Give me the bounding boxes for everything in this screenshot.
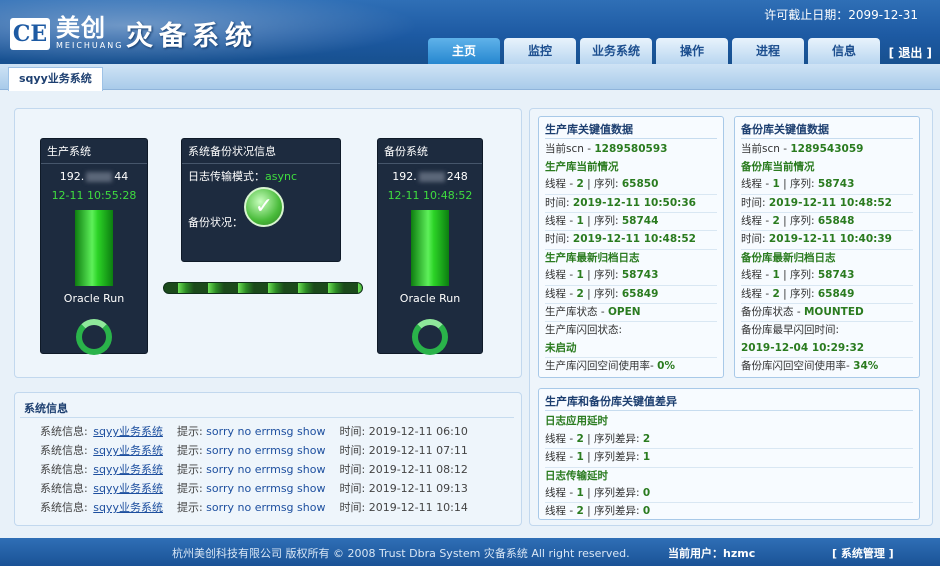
system-info-divider	[20, 417, 514, 418]
backup-time: 12-11 10:48:52	[387, 189, 473, 202]
system-admin-link[interactable]: [ 系统管理 ]	[832, 545, 894, 561]
current-user: 当前用户：hzmc	[668, 547, 756, 560]
production-time-row: 时间: 2019-12-11 10:48:52	[545, 231, 717, 250]
check-ok-icon: ✓	[244, 187, 284, 227]
nav-tab-monitor[interactable]: 监控	[504, 38, 576, 64]
main-nav: 主页 监控 业务系统 操作 进程 信息	[428, 38, 884, 64]
production-db-state: 生产库状态 - OPEN	[545, 304, 717, 323]
copyright: 杭州美创科技有限公司 版权所有 © 2008 Trust Dbra System…	[172, 547, 630, 560]
tab-sqyy-system[interactable]: sqyy业务系统	[8, 67, 103, 91]
nav-tab-business-system[interactable]: 业务系统	[580, 38, 652, 64]
production-time-row: 时间: 2019-12-11 10:50:36	[545, 195, 717, 214]
production-flashback-value: 未启动	[545, 340, 717, 359]
log-row: 系统信息: sqyy业务系统 提示: sorry no errmsg show …	[40, 425, 468, 438]
production-spinner-icon	[76, 319, 112, 355]
system-title: 灾备系统	[126, 21, 258, 52]
backup-archive-title: 备份库最新归档日志	[741, 251, 836, 264]
production-system-title: 生产系统	[41, 139, 147, 164]
log-row: 系统信息: sqyy业务系统 提示: sorry no errmsg show …	[40, 444, 468, 457]
backup-time-row: 时间: 2019-12-11 10:48:52	[741, 195, 913, 214]
backup-current-title: 备份库当前情况	[741, 160, 815, 173]
production-system-box: 生产系统 192. 44 12-11 10:55:28 Oracle Run	[40, 138, 148, 355]
nav-tab-info[interactable]: 信息	[808, 38, 880, 64]
backup-key-data: 备份库关键值数据 当前scn - 1289543059 备份库当前情况 线程 -…	[734, 116, 920, 378]
footer: 杭州美创科技有限公司 版权所有 © 2008 Trust Dbra System…	[0, 538, 940, 566]
backup-flashback-value: 2019-12-04 10:29:32	[741, 340, 913, 359]
replication-pipe	[163, 282, 363, 294]
logo: CE 美创 MEICHUANG	[10, 10, 123, 50]
backup-status-box: 系统备份状况信息 日志传输模式：async 备份状况： ✓	[181, 138, 341, 262]
production-flashback-space: 生产库闪回空间使用率- 0%	[545, 360, 675, 373]
production-archive-row: 线程 - 1 | 序列: 58743	[545, 267, 717, 286]
license-expiry: 许可截止日期：2099-12-31	[764, 8, 918, 22]
transfer-delay-row: 线程 - 2 | 序列差异: 0	[545, 505, 651, 518]
masked-ip-segment	[86, 172, 113, 182]
backup-system-title: 备份系统	[378, 139, 482, 164]
production-key-title: 生产库关键值数据	[545, 121, 717, 140]
backup-archive-row: 线程 - 1 | 序列: 58743	[741, 267, 913, 286]
log-row: 系统信息: sqyy业务系统 提示: sorry no errmsg show …	[40, 482, 468, 495]
production-thread-row: 线程 - 1 | 序列: 58744	[545, 213, 717, 232]
backup-spinner-icon	[412, 319, 448, 355]
masked-ip-segment	[418, 172, 445, 182]
logo-english: MEICHUANG	[56, 41, 124, 50]
backup-ip: 192. 248	[392, 170, 468, 183]
sub-tab-bar: sqyy业务系统	[0, 64, 940, 91]
nav-tab-operation[interactable]: 操作	[656, 38, 728, 64]
header: CE 美创 MEICHUANG 灾备系统 许可截止日期：2099-12-31 主…	[0, 0, 940, 64]
backup-thread-row: 线程 - 2 | 序列: 65848	[741, 213, 913, 232]
key-diff-box: 生产库和备份库关键值差异 日志应用延时 线程 - 2 | 序列差异: 2 线程 …	[538, 388, 920, 520]
backup-time-row: 时间: 2019-12-11 10:40:39	[741, 231, 913, 250]
key-diff-title: 生产库和备份库关键值差异	[545, 393, 913, 412]
system-info-title: 系统信息	[24, 402, 68, 415]
nav-tab-process[interactable]: 进程	[732, 38, 804, 64]
apply-delay-row: 线程 - 2 | 序列差异: 2	[545, 431, 913, 450]
production-key-data: 生产库关键值数据 当前scn - 1289580593 生产库当前情况 线程 -…	[538, 116, 724, 378]
backup-flashback-space: 备份库闪回空间使用率- 34%	[741, 360, 879, 373]
system-link[interactable]: sqyy业务系统	[93, 444, 163, 457]
backup-archive-row: 线程 - 2 | 序列: 65849	[741, 286, 913, 305]
backup-scn: 当前scn - 1289543059	[741, 143, 864, 156]
log-row: 系统信息: sqyy业务系统 提示: sorry no errmsg show …	[40, 463, 468, 476]
apply-delay-row: 线程 - 1 | 序列差异: 1	[545, 449, 913, 468]
production-thread-row: 线程 - 2 | 序列: 65850	[545, 176, 717, 195]
production-current-title: 生产库当前情况	[545, 160, 619, 173]
backup-status-bar	[411, 210, 449, 286]
log-row: 系统信息: sqyy业务系统 提示: sorry no errmsg show …	[40, 501, 468, 514]
system-link[interactable]: sqyy业务系统	[93, 463, 163, 476]
apply-delay-title: 日志应用延时	[545, 415, 608, 428]
logo-name: 美创	[56, 14, 106, 42]
logo-mark: CE	[10, 18, 50, 50]
backup-system-box: 备份系统 192. 248 12-11 10:48:52 Oracle Run	[377, 138, 483, 355]
nav-tab-home[interactable]: 主页	[428, 38, 500, 64]
backup-thread-row: 线程 - 1 | 序列: 58743	[741, 176, 913, 195]
log-transfer-mode: 日志传输模式：async	[188, 170, 298, 183]
transfer-delay-title: 日志传输延时	[545, 469, 608, 482]
backup-run-status: Oracle Run	[399, 292, 461, 305]
logout-link[interactable]: [ 退出 ]	[889, 44, 932, 61]
production-flashback-label: 生产库闪回状态:	[545, 324, 623, 337]
system-link[interactable]: sqyy业务系统	[93, 501, 163, 514]
transfer-delay-row: 线程 - 1 | 序列差异: 0	[545, 485, 913, 504]
production-ip: 192. 44	[59, 170, 129, 183]
system-link[interactable]: sqyy业务系统	[93, 425, 163, 438]
backup-flashback-label: 备份库最早闪回时间:	[741, 324, 840, 337]
production-time: 12-11 10:55:28	[51, 189, 137, 202]
production-archive-title: 生产库最新归档日志	[545, 251, 640, 264]
backup-db-state: 备份库状态 - MOUNTED	[741, 304, 913, 323]
production-scn: 当前scn - 1289580593	[545, 143, 668, 156]
production-archive-row: 线程 - 2 | 序列: 65849	[545, 286, 717, 305]
production-status-bar	[75, 210, 113, 286]
backup-status-title: 系统备份状况信息	[182, 139, 340, 164]
production-run-status: Oracle Run	[63, 292, 125, 305]
backup-key-title: 备份库关键值数据	[741, 121, 913, 140]
system-link[interactable]: sqyy业务系统	[93, 482, 163, 495]
